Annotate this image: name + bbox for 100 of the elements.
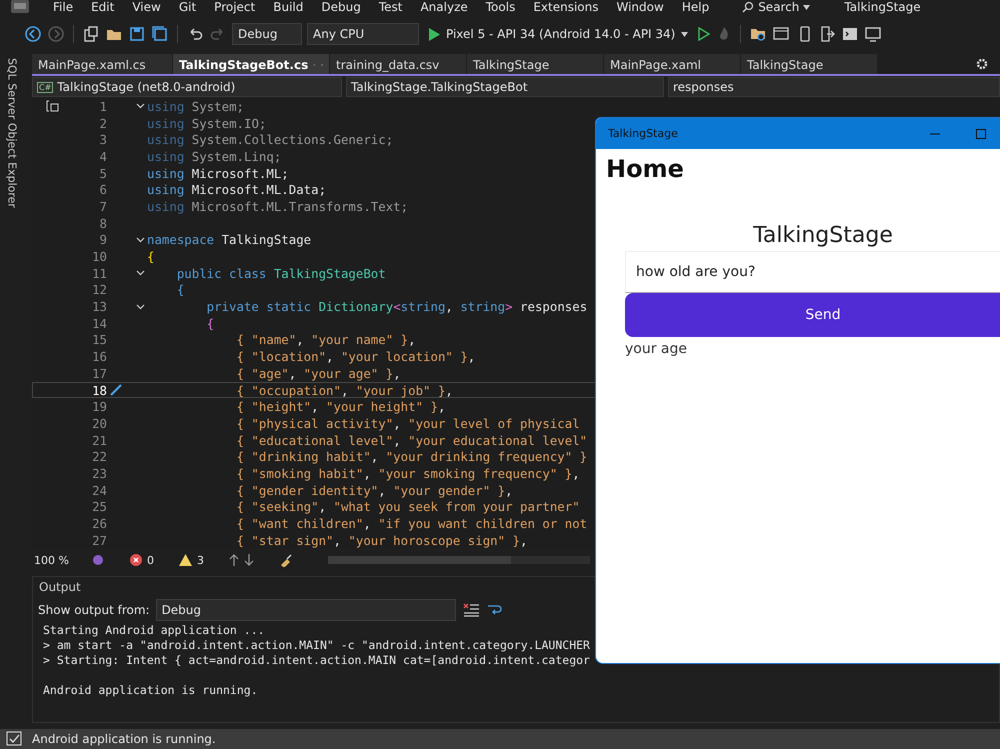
down-arrow-icon[interactable] xyxy=(244,554,254,566)
code-line: { "drinking habit", "your drinking frequency" } xyxy=(236,449,588,464)
warning-icon xyxy=(179,554,192,566)
run-button[interactable]: Pixel 5 - API 34 (Android 14.0 - API 34) xyxy=(424,24,692,44)
line-number: 23 xyxy=(91,466,107,481)
page-title: Home xyxy=(606,155,685,183)
settings-icon[interactable] xyxy=(976,58,988,70)
line-number: 13 xyxy=(91,299,107,314)
configuration-dropdown[interactable]: Debug xyxy=(232,23,302,45)
send-button[interactable]: Send xyxy=(625,293,1000,337)
side-tab[interactable]: SQL Server Object Explorer xyxy=(6,58,18,725)
code-line: using Microsoft.ML; xyxy=(147,166,289,181)
save-icon[interactable] xyxy=(128,25,146,43)
error-icon xyxy=(130,554,142,566)
line-number: 12 xyxy=(91,282,107,298)
menu-item[interactable]: File xyxy=(44,0,82,14)
code-line: { "location", "your location" }, xyxy=(236,349,476,364)
new-item-icon[interactable] xyxy=(82,25,100,43)
line-number: 15 xyxy=(91,332,107,348)
menu-item[interactable]: Edit xyxy=(82,0,124,14)
menu-item[interactable]: Test xyxy=(370,0,412,14)
output-line: Android application is running. xyxy=(43,682,258,698)
code-line: { xyxy=(147,249,154,264)
maximize-icon[interactable] xyxy=(976,128,986,138)
menu-item[interactable]: Build xyxy=(264,0,312,14)
line-number: 2 xyxy=(98,116,107,131)
code-line: using System; xyxy=(147,98,244,114)
member-dropdown[interactable]: responses xyxy=(668,77,1000,97)
line-number: 21 xyxy=(91,432,107,448)
collapse-chevron-icon[interactable] xyxy=(136,103,144,110)
code-line: using System.Linq; xyxy=(147,148,282,164)
line-number: 20 xyxy=(91,416,107,431)
line-number: 16 xyxy=(91,349,107,364)
code-line: { "want children", "if you want children or not xyxy=(236,516,588,532)
question-field[interactable]: how old are you? xyxy=(625,251,1000,293)
code-line: { "seeking", "what you seek from your partner" xyxy=(236,499,580,514)
menu-item[interactable]: Analyze xyxy=(411,0,477,14)
solution-title: TalkingStage xyxy=(844,0,921,14)
output-source-dropdown[interactable]: Debug xyxy=(156,599,456,621)
code-line: { "name", "your name" }, xyxy=(236,332,416,348)
window-title: TalkingStage xyxy=(608,127,678,140)
caret-icon xyxy=(681,32,688,36)
line-number: 14 xyxy=(91,316,107,331)
up-arrow-icon[interactable] xyxy=(229,554,239,566)
line-number: 4 xyxy=(98,148,107,164)
line-number: 8 xyxy=(98,216,107,231)
code-line: private static Dictionary<string, string> responses xyxy=(206,299,588,314)
document-tab[interactable]: TalkingStage xyxy=(741,54,877,74)
output-line: Starting Android application ... xyxy=(43,623,265,638)
app-heading: TalkingStage xyxy=(752,223,894,248)
document-tab[interactable]: training_data.csv xyxy=(330,54,466,74)
code-line: { "height", "your height" }, xyxy=(236,399,446,414)
code-line: { "educational level", "your educational level" xyxy=(236,432,588,448)
line-number: 22 xyxy=(91,449,107,464)
warning-count[interactable]: 3 xyxy=(197,554,204,566)
menu-item[interactable]: Help xyxy=(672,0,718,14)
project-dropdown[interactable]: C# TalkingStage (net8.0-android) xyxy=(32,77,342,97)
search-button[interactable]: Search xyxy=(742,0,810,14)
output-line: > Starting: Intent { act=android.intent.action.MAIN cat=[android.intent.categor xyxy=(43,653,590,668)
code-line: using Microsoft.ML.Transforms.Text; xyxy=(147,198,408,214)
horizontal-scrollbar[interactable] xyxy=(328,556,590,564)
menu-item[interactable]: Debug xyxy=(312,0,370,14)
zoom-dropdown[interactable]: 100 % xyxy=(32,554,86,566)
app-logo-icon xyxy=(10,0,30,14)
status-text: Android application is running. xyxy=(32,732,216,746)
caret-icon xyxy=(803,4,810,10)
document-tab[interactable]: TalkingStageBot.cs xyxy=(173,54,329,74)
document-tab[interactable]: MainPage.xaml xyxy=(604,54,740,74)
monitor-icon[interactable] xyxy=(864,25,882,43)
menu-item[interactable]: Tools xyxy=(476,0,524,14)
menu-item[interactable]: Extensions xyxy=(524,0,608,14)
code-line: namespace TalkingStage xyxy=(147,232,312,248)
line-number: 25 xyxy=(91,499,107,514)
brush-icon[interactable] xyxy=(279,553,293,567)
collapse-chevron-icon[interactable] xyxy=(136,236,144,243)
output-line: > am start -a "android.intent.action.MAIN" -c "android.intent.category.LAUNCHER xyxy=(43,638,590,653)
menu-item[interactable]: View xyxy=(123,0,170,14)
clear-all-icon[interactable] xyxy=(462,602,480,618)
menu-item[interactable]: Window xyxy=(608,0,673,14)
document-tab[interactable]: MainPage.xaml.cs xyxy=(32,54,172,74)
code-line: { xyxy=(176,282,184,298)
terminal-icon[interactable] xyxy=(841,25,860,43)
document-tab[interactable]: TalkingStage xyxy=(467,54,603,74)
play-outline-icon[interactable] xyxy=(697,27,712,41)
snippet-icon xyxy=(45,100,59,112)
error-count[interactable]: 0 xyxy=(147,554,154,566)
menu-item[interactable]: Git xyxy=(170,0,206,14)
type-dropdown[interactable]: TalkingStage.TalkingStageBot xyxy=(346,77,664,97)
line-number: 6 xyxy=(98,182,107,198)
menu-item[interactable]: Project xyxy=(205,0,264,14)
line-number: 5 xyxy=(98,166,107,181)
save-all-icon[interactable] xyxy=(151,25,169,43)
collapse-chevron-icon[interactable] xyxy=(136,270,144,276)
line-number: 24 xyxy=(91,482,107,498)
platform-dropdown[interactable]: Any CPU xyxy=(307,23,419,45)
back-icon[interactable] xyxy=(24,25,42,43)
line-number: 18 xyxy=(91,382,107,398)
collapse-chevron-icon[interactable] xyxy=(136,304,144,310)
code-line: { "smoking habit", "your smoking frequency" }, xyxy=(236,466,580,481)
status-check-icon xyxy=(6,731,22,747)
